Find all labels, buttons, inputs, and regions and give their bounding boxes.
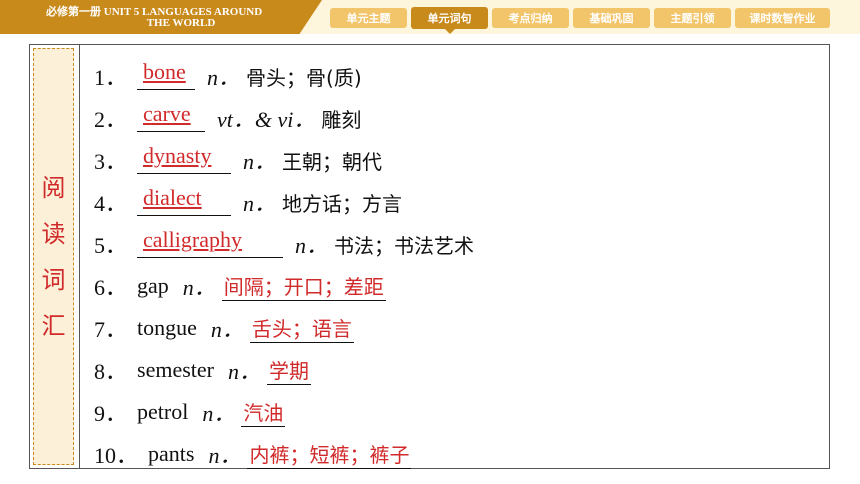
answer-blank: calligraphy [137, 227, 284, 258]
part-of-speech: vt．& vi． [217, 107, 316, 132]
tab-basic-practice[interactable]: 基础巩固 [573, 8, 650, 28]
answer-meaning: 间隔；开口；差距 [221, 271, 386, 301]
vocab-item: 4． dialect n． 地方话；方言 [94, 181, 814, 223]
answer-word: bone [143, 59, 186, 84]
reading-vocab-label: 阅 读 词 汇 [33, 48, 74, 465]
vocab-word: gap [137, 273, 169, 298]
answer-blank: dynasty [137, 143, 232, 174]
answer-blank: dialect [137, 185, 232, 216]
answer-blank: carve [137, 101, 206, 132]
item-number: 5． [94, 233, 128, 258]
answer-meaning: 舌头；语言 [249, 313, 354, 343]
item-number: 4． [94, 191, 128, 216]
answer-word: carve [143, 101, 191, 126]
top-bar: 必修第一册 UNIT 5 LANGUAGES AROUND THE WORLD … [0, 0, 860, 34]
unit-title-ribbon: 必修第一册 UNIT 5 LANGUAGES AROUND THE WORLD [0, 0, 322, 34]
answer-meaning: 学期 [267, 355, 311, 385]
vocab-list: 1． bone n． 骨头；骨(质) 2． carve vt．& vi． 雕刻 … [94, 55, 814, 475]
part-of-speech: n． [243, 149, 277, 174]
answer-word: dynasty [143, 143, 212, 168]
tab-homework[interactable]: 课时数智作业 [735, 8, 830, 28]
meaning: 地方话；方言 [282, 191, 403, 216]
vocab-item: 5． calligraphy n． 书法；书法艺术 [94, 223, 814, 265]
part-of-speech: n． [207, 65, 241, 90]
part-of-speech: n． [202, 401, 236, 426]
side-label-char: 阅 [41, 173, 66, 202]
meaning: 雕刻 [321, 107, 362, 132]
part-of-speech: n． [210, 317, 244, 342]
vocab-word: tongue [137, 315, 197, 340]
answer-blank: bone [137, 59, 196, 90]
item-number: 9． [94, 401, 128, 426]
vocab-item: 2． carve vt．& vi． 雕刻 [94, 97, 814, 139]
unit-title-line2: THE WORLD [146, 17, 216, 29]
side-column: 阅 读 词 汇 [30, 45, 80, 468]
tab-theme-guide[interactable]: 主题引领 [654, 8, 731, 28]
meaning: 书法；书法艺术 [334, 233, 475, 258]
vocab-panel: 阅 读 词 汇 1． bone n． 骨头；骨(质) 2． carve vt．&… [29, 44, 830, 469]
item-number: 3． [94, 149, 128, 174]
vocab-word: petrol [137, 399, 189, 424]
tab-key-points[interactable]: 考点归纳 [492, 8, 569, 28]
vocab-item: 9． petrol n． 汽油 [94, 391, 814, 433]
item-number: 2． [94, 107, 128, 132]
meaning: 骨头；骨(质) [246, 65, 362, 90]
item-number: 10． [94, 443, 139, 468]
item-number: 7． [94, 317, 128, 342]
answer-word: dialect [143, 185, 202, 210]
vocab-item: 6． gap n． 间隔；开口；差距 [94, 265, 814, 307]
part-of-speech: n． [182, 275, 216, 300]
item-number: 8． [94, 359, 128, 384]
vocab-item: 7． tongue n． 舌头；语言 [94, 307, 814, 349]
side-label-char: 读 [41, 219, 66, 248]
vocab-word: pants [148, 441, 195, 466]
side-label-char: 汇 [41, 311, 66, 340]
part-of-speech: n． [227, 359, 261, 384]
answer-meaning: 内裤；短裤；裤子 [247, 439, 412, 469]
answer-word: calligraphy [143, 227, 242, 252]
part-of-speech: n． [208, 443, 242, 468]
meaning: 王朝；朝代 [282, 149, 383, 174]
tab-unit-theme[interactable]: 单元主题 [330, 8, 407, 28]
part-of-speech: n． [295, 233, 329, 258]
vocab-item: 1． bone n． 骨头；骨(质) [94, 55, 814, 97]
part-of-speech: n． [243, 191, 277, 216]
item-number: 1． [94, 65, 128, 90]
vocab-item: 10． pants n． 内裤；短裤；裤子 [94, 433, 814, 475]
answer-meaning: 汽油 [241, 397, 286, 427]
item-number: 6． [94, 275, 128, 300]
vocab-item: 3． dynasty n． 王朝；朝代 [94, 139, 814, 181]
tab-unit-vocabulary[interactable]: 单元词句 [411, 7, 488, 34]
vocab-item: 8． semester n． 学期 [94, 349, 814, 391]
side-label-char: 词 [41, 265, 66, 294]
vocab-word: semester [137, 357, 214, 382]
